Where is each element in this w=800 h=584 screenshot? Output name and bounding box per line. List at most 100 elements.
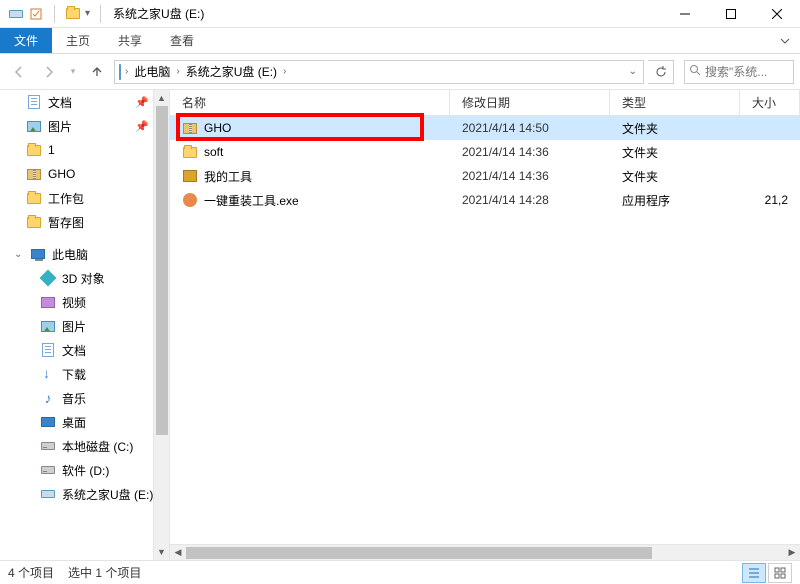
address-dropdown-icon[interactable]: ⌄	[629, 66, 643, 77]
usb-icon	[40, 486, 56, 502]
sidebar-item-label: 此电脑	[52, 246, 88, 263]
file-date: 2021/4/14 14:36	[450, 169, 610, 183]
sidebar-item[interactable]: 图片	[0, 314, 169, 338]
view-details-button[interactable]	[742, 563, 766, 583]
qat-properties-icon[interactable]	[28, 6, 44, 22]
scroll-right-icon[interactable]: ▶	[784, 545, 800, 560]
sidebar-item-label: GHO	[48, 167, 75, 181]
column-name[interactable]: 名称	[170, 90, 450, 115]
qat-dropdown-icon[interactable]: ▾	[85, 8, 90, 19]
pc-icon	[30, 246, 46, 262]
sidebar-item[interactable]: 桌面	[0, 410, 169, 434]
sidebar-item[interactable]: 3D 对象	[0, 266, 169, 290]
ribbon-expand-icon[interactable]	[770, 28, 800, 53]
file-row[interactable]: 我的工具 2021/4/14 14:36文件夹	[170, 164, 800, 188]
scrollbar-thumb[interactable]	[156, 106, 168, 435]
close-button[interactable]	[754, 0, 800, 28]
sidebar-item-label: 图片	[48, 118, 72, 135]
sidebar-item[interactable]: 下载	[0, 362, 169, 386]
sidebar-item-label: 3D 对象	[62, 270, 105, 287]
file-name: GHO	[204, 121, 231, 135]
file-type: 文件夹	[610, 168, 740, 185]
exe-icon	[182, 192, 198, 208]
sidebar-item-label: 音乐	[62, 390, 86, 407]
column-date[interactable]: 修改日期	[450, 90, 610, 115]
maximize-button[interactable]	[708, 0, 754, 28]
file-type: 文件夹	[610, 144, 740, 161]
forward-button[interactable]	[36, 59, 62, 85]
pin-icon: 📌	[135, 96, 149, 109]
file-size: 21,2	[740, 193, 800, 207]
refresh-button[interactable]	[648, 60, 674, 84]
breadcrumb-current[interactable]: 系统之家U盘 (E:)	[184, 61, 279, 83]
sidebar-this-pc[interactable]: ⌄ 此电脑	[0, 242, 169, 266]
scroll-up-icon[interactable]: ▲	[154, 90, 169, 106]
sidebar-item-label: 视频	[62, 294, 86, 311]
scroll-left-icon[interactable]: ◀	[170, 545, 186, 560]
tab-share[interactable]: 共享	[104, 28, 156, 53]
search-icon	[689, 64, 701, 79]
file-row[interactable]: 一键重装工具.exe2021/4/14 14:28应用程序21,2	[170, 188, 800, 212]
breadcrumb-root[interactable]: 此电脑	[132, 61, 172, 83]
sidebar-item[interactable]: 视频	[0, 290, 169, 314]
sidebar-scrollbar[interactable]: ▲ ▼	[153, 90, 169, 560]
drive-icon	[40, 438, 56, 454]
location-icon	[119, 65, 121, 79]
sidebar-item-label: 文档	[62, 342, 86, 359]
chevron-right-icon[interactable]: ›	[281, 66, 288, 77]
doc-icon	[40, 342, 56, 358]
sidebar: 文档📌图片📌1GHO工作包暂存图⌄此电脑3D 对象视频图片文档下载音乐桌面本地磁…	[0, 90, 170, 560]
tab-view[interactable]: 查看	[156, 28, 208, 53]
file-date: 2021/4/14 14:28	[450, 193, 610, 207]
sidebar-item-label: 文档	[48, 94, 72, 111]
file-row[interactable]: soft 2021/4/14 14:36文件夹	[170, 140, 800, 164]
sidebar-item[interactable]: 暂存图	[0, 210, 169, 234]
app-icon	[8, 6, 24, 22]
column-size[interactable]: 大小	[740, 90, 800, 115]
file-date: 2021/4/14 14:36	[450, 145, 610, 159]
sidebar-item[interactable]: 音乐	[0, 386, 169, 410]
sidebar-item[interactable]: 1	[0, 138, 169, 162]
scroll-down-icon[interactable]: ▼	[154, 544, 169, 560]
sidebar-item[interactable]: 软件 (D:)	[0, 458, 169, 482]
pic-icon	[26, 118, 42, 134]
minimize-button[interactable]	[662, 0, 708, 28]
sidebar-item[interactable]: GHO	[0, 162, 169, 186]
sidebar-item-label: 1	[48, 143, 55, 157]
file-name: 我的工具	[204, 168, 252, 185]
sidebar-item[interactable]: 文档 📌	[0, 90, 169, 114]
view-icons-button[interactable]	[768, 563, 792, 583]
tab-file[interactable]: 文件	[0, 28, 52, 53]
folder-icon	[26, 142, 42, 158]
sidebar-item[interactable]: 工作包	[0, 186, 169, 210]
chevron-right-icon[interactable]: ›	[174, 66, 181, 77]
sidebar-item-label: 系统之家U盘 (E:)	[62, 486, 153, 503]
sidebar-item[interactable]: 本地磁盘 (C:)	[0, 434, 169, 458]
file-date: 2021/4/14 14:50	[450, 121, 610, 135]
address-bar[interactable]: › 此电脑 › 系统之家U盘 (E:) › ⌄	[114, 60, 644, 84]
sidebar-item[interactable]: 系统之家U盘 (E:)	[0, 482, 169, 506]
drive-icon	[40, 462, 56, 478]
search-placeholder: 搜索"系统...	[705, 63, 767, 80]
file-name: 一键重装工具.exe	[204, 192, 299, 209]
sidebar-item[interactable]: 图片 📌	[0, 114, 169, 138]
column-type[interactable]: 类型	[610, 90, 740, 115]
recent-dropdown-icon[interactable]: ▾	[66, 59, 80, 85]
file-row[interactable]: GHO2021/4/14 14:50文件夹	[170, 116, 800, 140]
tab-home[interactable]: 主页	[52, 28, 104, 53]
tool-icon	[182, 168, 198, 184]
qat-folder-icon[interactable]	[65, 6, 81, 22]
pin-icon: 📌	[135, 120, 149, 133]
horizontal-scrollbar[interactable]: ◀ ▶	[170, 544, 800, 560]
sidebar-item-label: 本地磁盘 (C:)	[62, 438, 133, 455]
scrollbar-thumb[interactable]	[186, 547, 652, 559]
chevron-right-icon[interactable]: ›	[123, 66, 130, 77]
chevron-down-icon: ⌄	[14, 249, 24, 260]
back-button[interactable]	[6, 59, 32, 85]
sidebar-item[interactable]: 文档	[0, 338, 169, 362]
dl-icon	[40, 366, 56, 382]
search-input[interactable]: 搜索"系统...	[684, 60, 794, 84]
sidebar-item-label: 桌面	[62, 414, 86, 431]
up-button[interactable]	[84, 59, 110, 85]
file-name: soft	[204, 145, 223, 159]
